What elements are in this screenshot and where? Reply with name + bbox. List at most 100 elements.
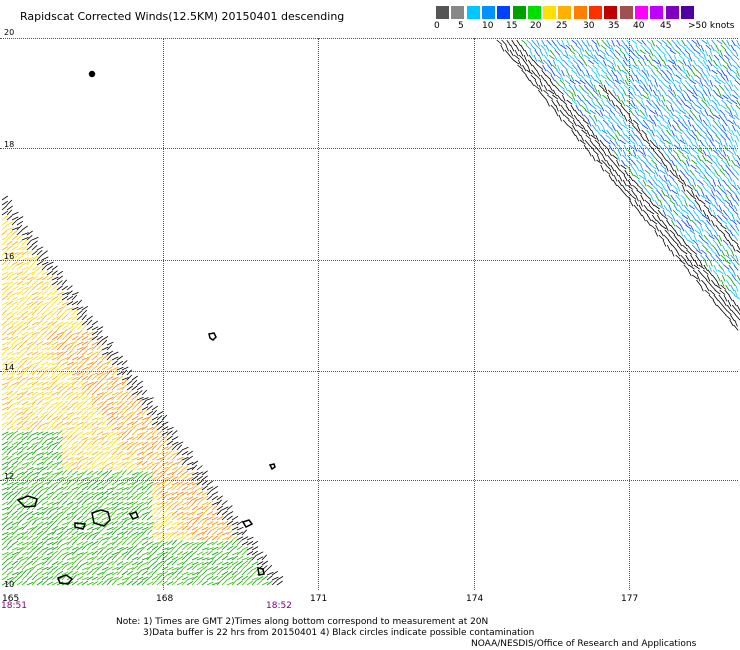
wind-vector — [718, 294, 724, 301]
wind-vector — [696, 69, 702, 76]
wind-vector — [649, 169, 656, 175]
wind-vector — [682, 179, 687, 187]
wind-vector — [46, 369, 53, 376]
wind-vector — [709, 169, 716, 175]
wind-vector — [668, 174, 675, 181]
wind-vector — [533, 54, 538, 62]
wind-vector — [56, 300, 63, 306]
wind-vector — [567, 124, 574, 130]
wind-vector — [635, 164, 640, 172]
wind-vector — [590, 74, 596, 82]
wind-vector — [21, 245, 28, 251]
wind-vector — [76, 510, 83, 516]
wind-vector — [11, 494, 18, 501]
wind-vector — [630, 134, 636, 141]
wind-vector — [723, 264, 730, 270]
wind-vector — [730, 104, 735, 112]
wind-vector — [676, 219, 682, 226]
wind-vector — [681, 99, 687, 106]
wind-vector — [705, 224, 710, 232]
wind-vector — [632, 184, 638, 190]
wind-vector — [696, 189, 700, 197]
wind-vector — [26, 555, 33, 561]
wind-vector — [56, 480, 63, 486]
wind-vector — [620, 74, 625, 82]
wind-vector — [56, 405, 63, 411]
wind-vector — [96, 455, 103, 461]
wind-vector — [645, 194, 652, 200]
wind-vector — [6, 539, 12, 546]
wind-vector — [101, 554, 108, 561]
wind-vector — [76, 534, 83, 541]
wind-vector — [565, 44, 572, 51]
wind-vector — [11, 219, 18, 226]
wind-vector — [176, 474, 183, 481]
wind-vector — [156, 525, 163, 531]
wind-vector — [11, 430, 18, 436]
wind-vector — [56, 514, 63, 521]
wind-vector — [116, 425, 123, 431]
wind-vector — [506, 39, 511, 47]
wind-vector — [668, 144, 673, 152]
wind-vector — [640, 134, 645, 142]
wind-vector — [156, 574, 163, 581]
wind-vector — [600, 104, 605, 112]
wind-vector — [731, 159, 736, 167]
wind-vector — [697, 239, 704, 245]
wind-vector — [618, 89, 624, 96]
wind-vector — [86, 410, 93, 416]
wind-vector — [181, 470, 188, 476]
wind-vector — [599, 139, 605, 146]
wind-vector — [31, 574, 38, 581]
wind-vector — [61, 461, 69, 466]
wind-vector — [1, 455, 9, 461]
wind-vector — [713, 114, 721, 120]
wind-vector — [126, 549, 132, 556]
wind-vector — [676, 244, 683, 251]
wind-vector — [151, 579, 158, 586]
wind-vector — [662, 124, 669, 130]
wind-vector — [727, 209, 734, 216]
wind-vector — [693, 174, 699, 182]
wind-vector — [665, 74, 671, 81]
wind-vector — [41, 414, 48, 421]
wind-vector — [136, 564, 143, 571]
wind-vector — [707, 154, 713, 161]
wind-vector — [1, 564, 8, 571]
wind-vector — [597, 59, 604, 66]
wind-vector — [61, 334, 68, 341]
wind-vector — [166, 550, 173, 556]
wind-vector — [670, 164, 675, 172]
wind-vector — [231, 539, 238, 546]
wind-vector — [554, 109, 559, 117]
wind-vector — [126, 429, 133, 436]
wind-vector — [633, 84, 639, 92]
wind-vector — [151, 560, 158, 566]
wind-vector — [96, 495, 104, 501]
wind-vector — [584, 79, 590, 86]
wind-vector — [46, 265, 53, 271]
wind-vector — [511, 39, 516, 47]
wind-vector — [679, 199, 684, 207]
wind-vector — [66, 385, 74, 391]
wind-vector — [76, 425, 83, 431]
wind-vector — [136, 404, 143, 411]
wind-vector — [711, 244, 718, 251]
wind-vector — [111, 384, 118, 391]
wind-vector — [631, 129, 636, 137]
wind-vector — [618, 144, 623, 152]
wind-vector — [586, 129, 591, 137]
wind-vector — [653, 54, 659, 61]
wind-vector — [21, 239, 28, 246]
wind-vector — [111, 545, 118, 551]
wind-vector — [116, 576, 124, 581]
wind-vector — [689, 139, 694, 147]
wind-vector — [587, 119, 592, 127]
wind-vector — [26, 474, 33, 481]
wind-vector — [41, 355, 49, 361]
wind-vector — [732, 89, 739, 96]
wind-vector — [678, 144, 684, 152]
wind-vector — [46, 524, 53, 531]
wind-vector — [41, 320, 48, 326]
wind-vector — [593, 54, 599, 62]
